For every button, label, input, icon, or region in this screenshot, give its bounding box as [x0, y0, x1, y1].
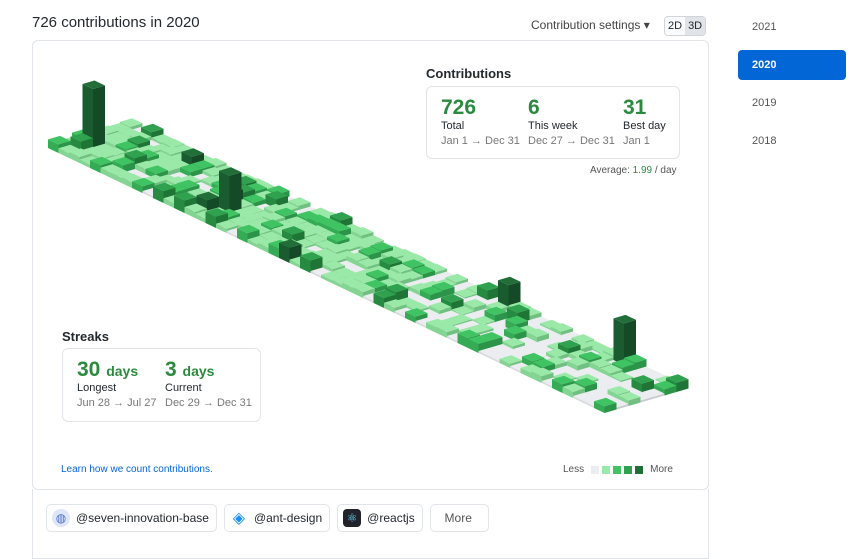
ant-design-logo-icon: ◈ [232, 510, 246, 527]
react-atom-icon: ⚛ [343, 509, 362, 527]
streaks-heading: Streaks [62, 329, 109, 344]
page-title: 726 contributions in 2020 [32, 14, 200, 31]
legend-swatch-1 [602, 465, 611, 474]
current-label: Current [165, 382, 202, 394]
toggle-3d-button[interactable]: 3D [685, 17, 706, 35]
average-per-day: Average: 1.99 / day [590, 165, 677, 176]
legend-swatch-0 [591, 465, 600, 474]
legend-less: Less [563, 464, 585, 475]
best-range: Jan 1 [623, 135, 650, 147]
year-2021[interactable]: 2021 [738, 12, 846, 42]
longest-streak-value: 30 days [77, 358, 139, 381]
year-2019[interactable]: 2019 [738, 88, 846, 118]
orgs-more-button[interactable]: More [429, 504, 489, 532]
toggle-2d-button[interactable]: 2D [665, 17, 686, 35]
week-value: 6 [528, 96, 540, 119]
current-range: Dec 29 → Dec 31 [165, 397, 252, 409]
best-value: 31 [623, 96, 647, 119]
day-cell [219, 167, 242, 216]
longest-label: Longest [77, 382, 117, 394]
contribution-settings-dropdown[interactable]: Contribution settings ▾ [531, 18, 650, 32]
view-toggle: 2D 3D [664, 16, 707, 36]
planet-icon: ◍ [52, 509, 70, 527]
year-list: 2021 2020 2019 2018 [738, 12, 846, 164]
week-range: Dec 27 → Dec 31 [528, 135, 615, 147]
color-legend: Less More [563, 464, 673, 475]
total-label: Total [441, 120, 465, 132]
legend-swatch-4 [635, 465, 644, 474]
org-seven-innovation-base[interactable]: ◍ @seven-innovation-base [46, 504, 217, 532]
total-range: Jan 1 → Dec 31 [441, 135, 520, 147]
total-value: 726 [441, 96, 477, 119]
longest-range: Jun 28 → Jul 27 [77, 397, 157, 409]
org-ant-design[interactable]: ◈ @ant-design [223, 504, 331, 532]
contribution-graph-card: Contributions 726 Total Jan 1 → Dec 31 6 Th… [32, 40, 709, 490]
legend-swatch-2 [613, 465, 622, 474]
current-streak-value: 3 days [165, 358, 215, 381]
learn-contributions-link[interactable]: Learn how we count contributions. [61, 464, 213, 475]
year-2020[interactable]: 2020 [738, 50, 846, 80]
organizations-list: ◍ @seven-innovation-base ◈ @ant-design ⚛ @r… [46, 504, 489, 532]
legend-more: More [650, 464, 673, 475]
org-reactjs[interactable]: ⚛ @reactjs [337, 504, 423, 532]
contributions-heading: Contributions [426, 66, 512, 81]
contributions-box: 726 Total Jan 1 → Dec 31 6 This week Dec 27 … [426, 86, 680, 159]
best-label: Best day [623, 120, 666, 132]
year-2018[interactable]: 2018 [738, 126, 846, 156]
legend-swatch-3 [624, 465, 633, 474]
streaks-box: 30 days Longest Jun 28 → Jul 27 3 days Curr… [62, 348, 261, 422]
week-label: This week [528, 120, 578, 132]
